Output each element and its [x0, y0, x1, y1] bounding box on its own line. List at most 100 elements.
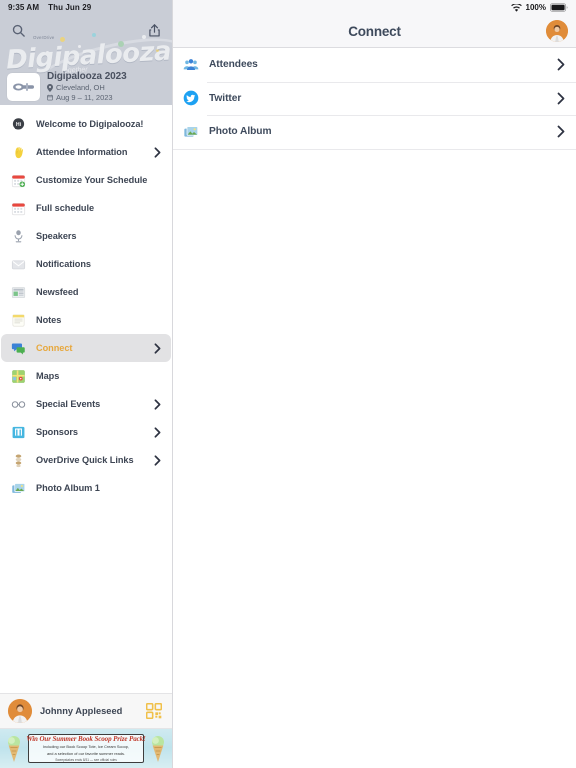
event-title: Digipalooza 2023 [47, 71, 127, 82]
attendees-icon [183, 57, 199, 73]
page-title: Connect [348, 23, 401, 39]
event-summary[interactable]: Digipalooza 2023 Cleveland, OH Aug 9 – 1… [0, 71, 172, 103]
status-bar-right: 100% [173, 0, 576, 15]
share-icon[interactable] [144, 20, 164, 40]
sidebar-item-label: Newsfeed [36, 287, 79, 297]
location-pin-icon [47, 83, 53, 92]
status-bar-left: 9:35 AM Thu Jun 29 [0, 0, 172, 15]
ad-banner[interactable]: Win Our Summer Book Scoop Prize Pack! In… [0, 728, 172, 768]
ice-cream-cone-icon [6, 734, 22, 764]
battery-percent: 100% [525, 3, 546, 12]
event-meta: Digipalooza 2023 Cleveland, OH Aug 9 – 1… [47, 71, 127, 103]
photo-album-icon [183, 124, 199, 140]
ice-cream-cone-icon [150, 734, 166, 764]
sidebar-item-label: Attendee Information [36, 147, 128, 157]
connect-list: Attendees Twitter Photo Album [173, 48, 576, 768]
list-item-label: Twitter [209, 92, 242, 104]
sidebar-item-label: Welcome to Digipalooza! [36, 119, 144, 129]
ad-headline: Win Our Summer Book Scoop Prize Pack! [26, 735, 146, 744]
chevron-right-icon [153, 454, 162, 466]
calendar-icon [10, 200, 27, 217]
chevron-right-icon [556, 58, 566, 71]
sidebar-item-maps[interactable]: Maps [1, 362, 171, 390]
newspaper-icon [10, 284, 27, 301]
sidebar-item-label: Special Events [36, 399, 101, 409]
event-logo-thumbnail [7, 73, 40, 101]
sidebar-item-label: Sponsors [36, 427, 78, 437]
app-root: 9:35 AM Thu Jun 29 Digipalooza together [0, 0, 576, 768]
wifi-icon [510, 3, 522, 12]
building-icon [10, 424, 27, 441]
avatar[interactable] [8, 699, 32, 723]
list-item-twitter[interactable]: Twitter [173, 81, 576, 116]
sidebar-item-sponsors[interactable]: Sponsors [1, 418, 171, 446]
sidebar-item-label: Speakers [36, 231, 77, 241]
calendar-add-icon [10, 172, 27, 189]
microphone-icon [10, 228, 27, 245]
avatar[interactable] [546, 20, 568, 42]
sidebar-item-notifications[interactable]: Notifications [1, 250, 171, 278]
sidebar-footer: Johnny Appleseed Win Our Summer Book Sco… [0, 693, 172, 768]
chevron-right-icon [556, 125, 566, 138]
list-item-photo-album[interactable]: Photo Album [173, 115, 576, 149]
hi-badge-icon: Hi [10, 116, 27, 133]
sidebar-item-speakers[interactable]: Speakers [1, 222, 171, 250]
header-icon-bar [0, 17, 172, 43]
sidebar-item-photo-album-1[interactable]: Photo Album 1 [1, 474, 171, 502]
overdrive-stack-icon [10, 452, 27, 469]
sidebar-item-label: Notes [36, 315, 62, 325]
photo-icon [10, 480, 27, 497]
chevron-right-icon [153, 426, 162, 438]
sidebar-item-label: OverDrive Quick Links [36, 455, 134, 465]
sidebar-item-special-events[interactable]: Special Events [1, 390, 171, 418]
sidebar-item-label: Full schedule [36, 203, 95, 213]
sidebar-item-customize-your-schedule[interactable]: Customize Your Schedule [1, 166, 171, 194]
event-dates-text: Aug 9 – 11, 2023 [56, 93, 113, 102]
chevron-right-icon [153, 342, 162, 354]
sidebar-item-attendee-information[interactable]: Attendee Information [1, 138, 171, 166]
envelope-icon [10, 256, 27, 273]
event-header: Digipalooza together OverDrive Digipaloo… [0, 15, 172, 105]
battery-full-icon [550, 3, 568, 12]
status-bar-date: Thu Jun 29 [48, 3, 92, 12]
user-name: Johnny Appleseed [40, 706, 123, 716]
ad-footer-text: Sweepstakes ends 8/31 — see official rul… [55, 757, 117, 762]
event-location: Cleveland, OH [47, 83, 127, 92]
ad-subline-2: and a selection of our favorite summer r… [46, 750, 126, 756]
list-item-label: Attendees [209, 59, 258, 71]
user-profile-row[interactable]: Johnny Appleseed [0, 694, 172, 728]
chevron-right-icon [556, 92, 566, 105]
sidebar-item-full-schedule[interactable]: Full schedule [1, 194, 171, 222]
status-bar-time: 9:35 AM [8, 3, 40, 12]
speech-bubbles-icon [10, 340, 27, 357]
main-panel: 100% Connect Attendees Twitter Photo Alb… [173, 0, 576, 768]
chevron-right-icon [153, 146, 162, 158]
notes-icon [10, 312, 27, 329]
sidebar: 9:35 AM Thu Jun 29 Digipalooza together [0, 0, 173, 768]
sidebar-item-label: Connect [36, 343, 73, 353]
sidebar-item-notes[interactable]: Notes [1, 306, 171, 334]
twitter-icon [183, 90, 199, 106]
main-navbar: Connect [173, 15, 576, 48]
sidebar-item-label: Customize Your Schedule [36, 175, 148, 185]
sidebar-item-label: Maps [36, 371, 60, 381]
waving-hand-icon [10, 144, 27, 161]
list-item-attendees[interactable]: Attendees [173, 48, 576, 82]
svg-text:Hi: Hi [16, 122, 22, 128]
map-icon [10, 368, 27, 385]
artwork-caption: OverDrive [33, 35, 55, 40]
search-icon[interactable] [8, 20, 28, 40]
ad-subline-1: Including our Book Scoop Tote, Ice Cream… [42, 744, 129, 750]
ad-content: Win Our Summer Book Scoop Prize Pack! In… [26, 734, 146, 763]
sidebar-item-welcome[interactable]: Hi Welcome to Digipalooza! [1, 110, 171, 138]
event-dates: Aug 9 – 11, 2023 [47, 93, 127, 102]
sidebar-item-newsfeed[interactable]: Newsfeed [1, 278, 171, 306]
sidebar-item-label: Photo Album 1 [36, 483, 100, 493]
sidebar-item-label: Notifications [36, 259, 91, 269]
sidebar-item-connect[interactable]: Connect [1, 334, 171, 362]
chevron-right-icon [153, 398, 162, 410]
sidebar-nav: Hi Welcome to Digipalooza! Attendee Info… [0, 105, 172, 693]
list-item-label: Photo Album [209, 126, 272, 138]
sidebar-item-overdrive-quick-links[interactable]: OverDrive Quick Links [1, 446, 171, 474]
qr-code-icon[interactable] [146, 703, 162, 719]
